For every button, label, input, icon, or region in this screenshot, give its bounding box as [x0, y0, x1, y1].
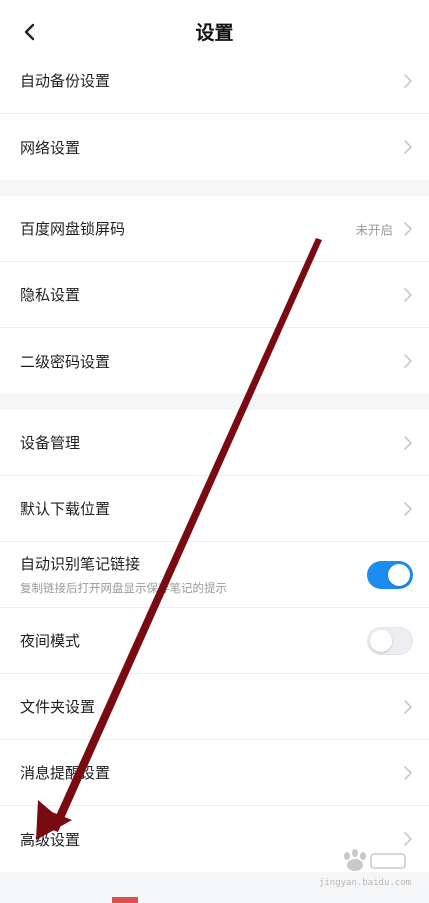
row-label: 百度网盘锁屏码 [20, 220, 126, 238]
row-default-download-location[interactable]: 默认下载位置 [0, 476, 429, 542]
chevron-right-icon [404, 140, 412, 154]
row-label: 自动备份设置 [20, 72, 111, 90]
row-label: 默认下载位置 [20, 500, 111, 518]
row-label: 高级设置 [20, 830, 81, 849]
row-device-management[interactable]: 设备管理 [0, 410, 429, 476]
row-night-mode: 夜间模式 [0, 608, 429, 674]
row-network-settings[interactable]: 网络设置 [0, 114, 429, 180]
toggle-knob [388, 563, 410, 586]
chevron-right-icon [404, 501, 412, 516]
row-label: 隐私设置 [20, 286, 81, 304]
status-value: 未开启 [355, 222, 393, 237]
row-lock-screen-code[interactable]: 百度网盘锁屏码 未开启 [0, 196, 429, 262]
settings-group-3: 设备管理 默认下载位置 自动识别笔记链接 复制链接后打开网盘显示保存笔记的提示 … [0, 410, 429, 872]
chevron-right-icon [404, 832, 412, 846]
row-label: 网络设置 [20, 138, 81, 157]
chevron-right-icon [404, 435, 412, 450]
row-folder-settings[interactable]: 文件夹设置 [0, 674, 429, 740]
row-label: 夜间模式 [20, 632, 81, 650]
toggle-knob [370, 629, 392, 652]
night-mode-toggle[interactable] [367, 626, 413, 655]
row-label: 自动识别笔记链接 [20, 555, 141, 573]
chevron-right-icon [404, 221, 412, 236]
row-label: 设备管理 [20, 434, 81, 452]
baidu-watermark: jingyan.baidu.com [317, 848, 413, 888]
chevron-right-icon [404, 699, 412, 714]
chevron-right-icon [404, 287, 412, 302]
row-privacy-settings[interactable]: 隐私设置 [0, 262, 429, 328]
watermark-text: jingyan.baidu.com [318, 878, 412, 888]
chevron-right-icon [404, 73, 412, 88]
row-message-reminder-settings[interactable]: 消息提醒设置 [0, 740, 429, 806]
row-label: 消息提醒设置 [20, 764, 111, 782]
row-auto-detect-note-link: 自动识别笔记链接 复制链接后打开网盘显示保存笔记的提示 [0, 542, 429, 608]
bottom-indicator [112, 897, 138, 903]
row-label: 二级密码设置 [20, 352, 111, 371]
settings-group-1: 自动备份设置 网络设置 [0, 48, 429, 180]
chevron-right-icon [404, 765, 412, 780]
settings-group-2: 百度网盘锁屏码 未开启 隐私设置 二级密码设置 [0, 196, 429, 394]
row-secondary-password[interactable]: 二级密码设置 [0, 328, 429, 394]
paw-logo-icon [344, 849, 406, 871]
row-text: 自动识别笔记链接 复制链接后打开网盘显示保存笔记的提示 [20, 553, 227, 596]
chevron-right-icon [404, 354, 412, 368]
page-title: 设置 [195, 22, 234, 44]
row-sublabel: 复制链接后打开网盘显示保存笔记的提示 [20, 581, 227, 595]
note-link-toggle[interactable] [367, 560, 413, 589]
row-auto-backup-settings[interactable]: 自动备份设置 [0, 48, 429, 114]
row-label: 文件夹设置 [20, 698, 96, 716]
